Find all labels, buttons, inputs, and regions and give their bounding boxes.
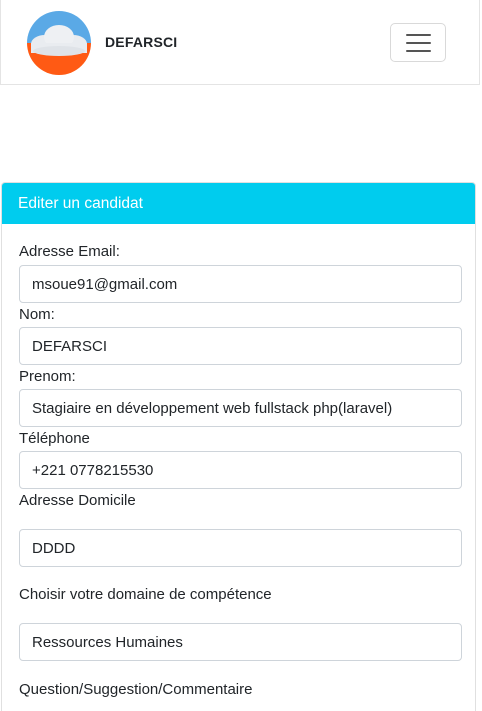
page: DEFARSCI Editer un candidat Adresse Emai… [0,0,482,711]
email-field[interactable] [19,265,462,303]
domaine-label: Choisir votre domaine de compétence [19,586,272,603]
telephone-field[interactable] [19,451,462,489]
hamburger-menu-icon [406,34,431,36]
question-label: Question/Suggestion/Commentaire [19,681,253,698]
brand-name[interactable]: DEFARSCI [105,34,177,50]
card-title: Editer un candidat [2,183,475,224]
edit-candidate-card: Editer un candidat Adresse Email: Nom: P… [1,182,476,711]
email-label: Adresse Email: [19,243,120,260]
hamburger-menu-icon-bar [406,42,431,44]
adresse-field[interactable] [19,529,462,567]
telephone-label: Téléphone [19,430,90,447]
navbar-toggler-button[interactable] [390,23,446,62]
cloud-logo-icon[interactable] [27,11,91,75]
adresse-label: Adresse Domicile [19,492,136,509]
nom-field[interactable] [19,327,462,365]
hamburger-menu-icon-bar [406,50,431,52]
nom-label: Nom: [19,306,55,323]
prenom-field[interactable] [19,389,462,427]
domaine-field[interactable] [19,623,462,661]
navbar: DEFARSCI [0,0,480,85]
prenom-label: Prenom: [19,368,76,385]
